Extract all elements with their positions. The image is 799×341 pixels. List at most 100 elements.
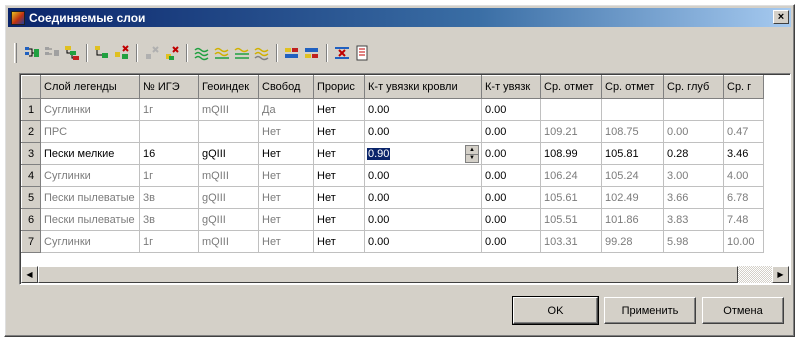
- table-cell[interactable]: mQIII: [198, 230, 259, 253]
- move-up-icon[interactable]: [282, 44, 301, 63]
- column-header[interactable]: Ср. отмет: [601, 75, 664, 99]
- table-row[interactable]: 5 Пески пылеватые 3в gQIII Нет Нет 0.00 0.00 105…: [21, 186, 764, 209]
- table-cell[interactable]: [723, 98, 764, 121]
- table-cell[interactable]: 0.00: [364, 164, 482, 187]
- column-header[interactable]: Свобод: [258, 75, 314, 99]
- table-cell[interactable]: Нет: [258, 208, 314, 231]
- column-header[interactable]: Слой легенды: [40, 75, 140, 99]
- table-cell[interactable]: Нет: [313, 186, 365, 209]
- table-cell[interactable]: Нет: [313, 98, 365, 121]
- table-cell[interactable]: 0.00: [663, 120, 724, 143]
- table-cell[interactable]: Нет: [313, 142, 365, 165]
- table-cell[interactable]: Суглинки: [40, 98, 140, 121]
- table-cell[interactable]: 101.86: [601, 208, 664, 231]
- table-cell[interactable]: Да: [258, 98, 314, 121]
- title-bar[interactable]: Соединяемые слои ×: [8, 8, 791, 27]
- table-cell[interactable]: mQIII: [198, 98, 259, 121]
- table-cell[interactable]: 5.98: [663, 230, 724, 253]
- table-cell[interactable]: Пески пылеватые: [40, 208, 140, 231]
- column-header[interactable]: Ср. г: [723, 75, 764, 99]
- table-cell[interactable]: Нет: [258, 120, 314, 143]
- table-row[interactable]: 6 Пески пылеватые 3в gQIII Нет Нет 0.00 0.00 105…: [21, 208, 764, 231]
- table-cell[interactable]: 109.21: [540, 120, 602, 143]
- table-cell[interactable]: 3в: [139, 208, 199, 231]
- ok-button[interactable]: OK: [512, 296, 599, 325]
- table-cell[interactable]: gQIII: [198, 186, 259, 209]
- table-cell[interactable]: gQIII: [198, 142, 259, 165]
- table-cell[interactable]: 3.83: [663, 208, 724, 231]
- table-cell[interactable]: 99.28: [601, 230, 664, 253]
- scroll-right-icon[interactable]: ▶: [772, 266, 789, 283]
- toolbar-grip[interactable]: [14, 43, 17, 63]
- wave-gray-icon[interactable]: [252, 44, 271, 63]
- row-number[interactable]: 7: [21, 230, 41, 253]
- table-cell[interactable]: 0.00: [481, 98, 541, 121]
- table-cell[interactable]: 1г: [139, 164, 199, 187]
- add-child-icon[interactable]: [92, 44, 111, 63]
- table-cell[interactable]: 1г: [139, 230, 199, 253]
- report-icon[interactable]: [352, 44, 371, 63]
- table-cell[interactable]: Нет: [313, 230, 365, 253]
- delete-icon[interactable]: [162, 44, 181, 63]
- table-cell[interactable]: Суглинки: [40, 164, 140, 187]
- table-cell[interactable]: 0.47: [723, 120, 764, 143]
- table-cell[interactable]: 108.75: [601, 120, 664, 143]
- table-cell[interactable]: 102.49: [601, 186, 664, 209]
- table-cell[interactable]: 0.00: [481, 120, 541, 143]
- table-cell[interactable]: 106.24: [540, 164, 602, 187]
- table-cell[interactable]: Нет: [313, 164, 365, 187]
- table-cell[interactable]: 105.51: [540, 208, 602, 231]
- table-cell[interactable]: 4.00: [723, 164, 764, 187]
- table-cell[interactable]: 3.46: [723, 142, 764, 165]
- table-row[interactable]: 2 ПРС Нет Нет 0.00 0.00 109.21 108.75 0.00 0.47: [21, 120, 764, 143]
- table-cell[interactable]: [139, 120, 199, 143]
- cell-editor-input[interactable]: 0.90: [367, 145, 472, 162]
- table-cell[interactable]: 16: [139, 142, 199, 165]
- table-cell[interactable]: [601, 98, 664, 121]
- table-cell[interactable]: Нет: [258, 230, 314, 253]
- editing-cell[interactable]: 0.90 ▲ ▼: [364, 142, 482, 165]
- table-cell[interactable]: Пески мелкие: [40, 142, 140, 165]
- table-cell[interactable]: 3.00: [663, 164, 724, 187]
- table-cell[interactable]: Нет: [258, 142, 314, 165]
- table-cell[interactable]: 0.00: [481, 230, 541, 253]
- table-cell[interactable]: 0.00: [481, 164, 541, 187]
- spin-up-icon[interactable]: ▲: [466, 146, 478, 154]
- spin-down-icon[interactable]: ▼: [466, 153, 478, 163]
- table-cell[interactable]: Пески пылеватые: [40, 186, 140, 209]
- row-number[interactable]: 3: [21, 142, 41, 165]
- table-cell[interactable]: gQIII: [198, 208, 259, 231]
- table-cell[interactable]: Нет: [313, 120, 365, 143]
- column-header[interactable]: № ИГЭ: [139, 75, 199, 99]
- column-header[interactable]: К-т увязк: [481, 75, 541, 99]
- wave-green-icon[interactable]: [192, 44, 211, 63]
- wave-yellow2-icon[interactable]: [232, 44, 251, 63]
- scroll-thumb[interactable]: [38, 266, 738, 283]
- apply-button[interactable]: Применить: [604, 297, 696, 324]
- table-cell[interactable]: 0.00: [364, 208, 482, 231]
- move-down-icon[interactable]: [302, 44, 321, 63]
- horizontal-scrollbar[interactable]: ◀ ▶: [21, 266, 789, 283]
- table-cell[interactable]: 10.00: [723, 230, 764, 253]
- spin-control[interactable]: ▲ ▼: [465, 145, 479, 163]
- table-cell[interactable]: [663, 98, 724, 121]
- scroll-track[interactable]: [38, 266, 772, 283]
- row-number[interactable]: 1: [21, 98, 41, 121]
- table-cell[interactable]: mQIII: [198, 164, 259, 187]
- cancel-button[interactable]: Отмена: [702, 297, 784, 324]
- table-cell[interactable]: ПРС: [40, 120, 140, 143]
- row-number[interactable]: 4: [21, 164, 41, 187]
- column-header[interactable]: Ср. глуб: [663, 75, 724, 99]
- column-header[interactable]: Геоиндек: [198, 75, 259, 99]
- unlink-layers-icon[interactable]: [42, 44, 61, 63]
- table-cell[interactable]: 105.24: [601, 164, 664, 187]
- table-cell[interactable]: 105.81: [601, 142, 664, 165]
- table-cell[interactable]: 0.00: [364, 120, 482, 143]
- table-cell[interactable]: 6.78: [723, 186, 764, 209]
- table-cell[interactable]: 3в: [139, 186, 199, 209]
- delete-disabled-icon[interactable]: [142, 44, 161, 63]
- merge-layers-icon[interactable]: [62, 44, 81, 63]
- table-row[interactable]: 1 Суглинки 1г mQIII Да Нет 0.00 0.00: [21, 98, 764, 121]
- scroll-left-icon[interactable]: ◀: [21, 266, 38, 283]
- table-cell[interactable]: 3.66: [663, 186, 724, 209]
